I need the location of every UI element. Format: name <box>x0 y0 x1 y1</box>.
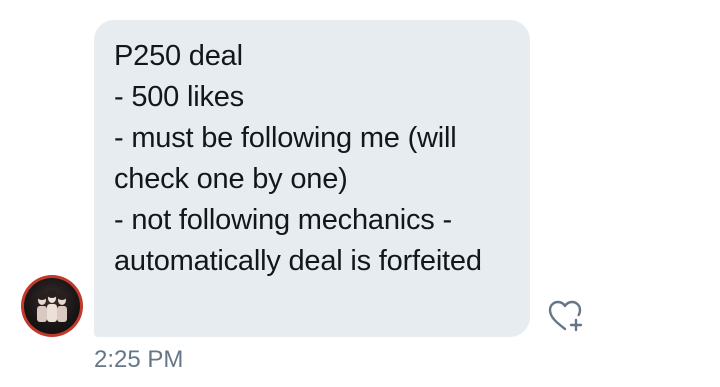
sender-avatar[interactable] <box>21 275 83 337</box>
message-timestamp: 2:25 PM <box>94 346 184 373</box>
heart-plus-icon <box>548 300 583 332</box>
message-bubble: P250 deal - 500 likes - must be followin… <box>94 20 530 337</box>
like-message-button[interactable] <box>546 296 586 336</box>
avatar-photo-art <box>37 290 67 322</box>
message-line: P250 deal <box>114 40 243 72</box>
message-line: - 500 likes <box>114 81 244 113</box>
message-line: - not following mechanics - <box>114 204 452 236</box>
avatar-photo <box>24 278 80 334</box>
message-line: check one by one) <box>114 163 348 195</box>
message-line: - must be following me (will <box>114 122 457 154</box>
message-line: automatically deal is forfeited <box>114 245 482 277</box>
